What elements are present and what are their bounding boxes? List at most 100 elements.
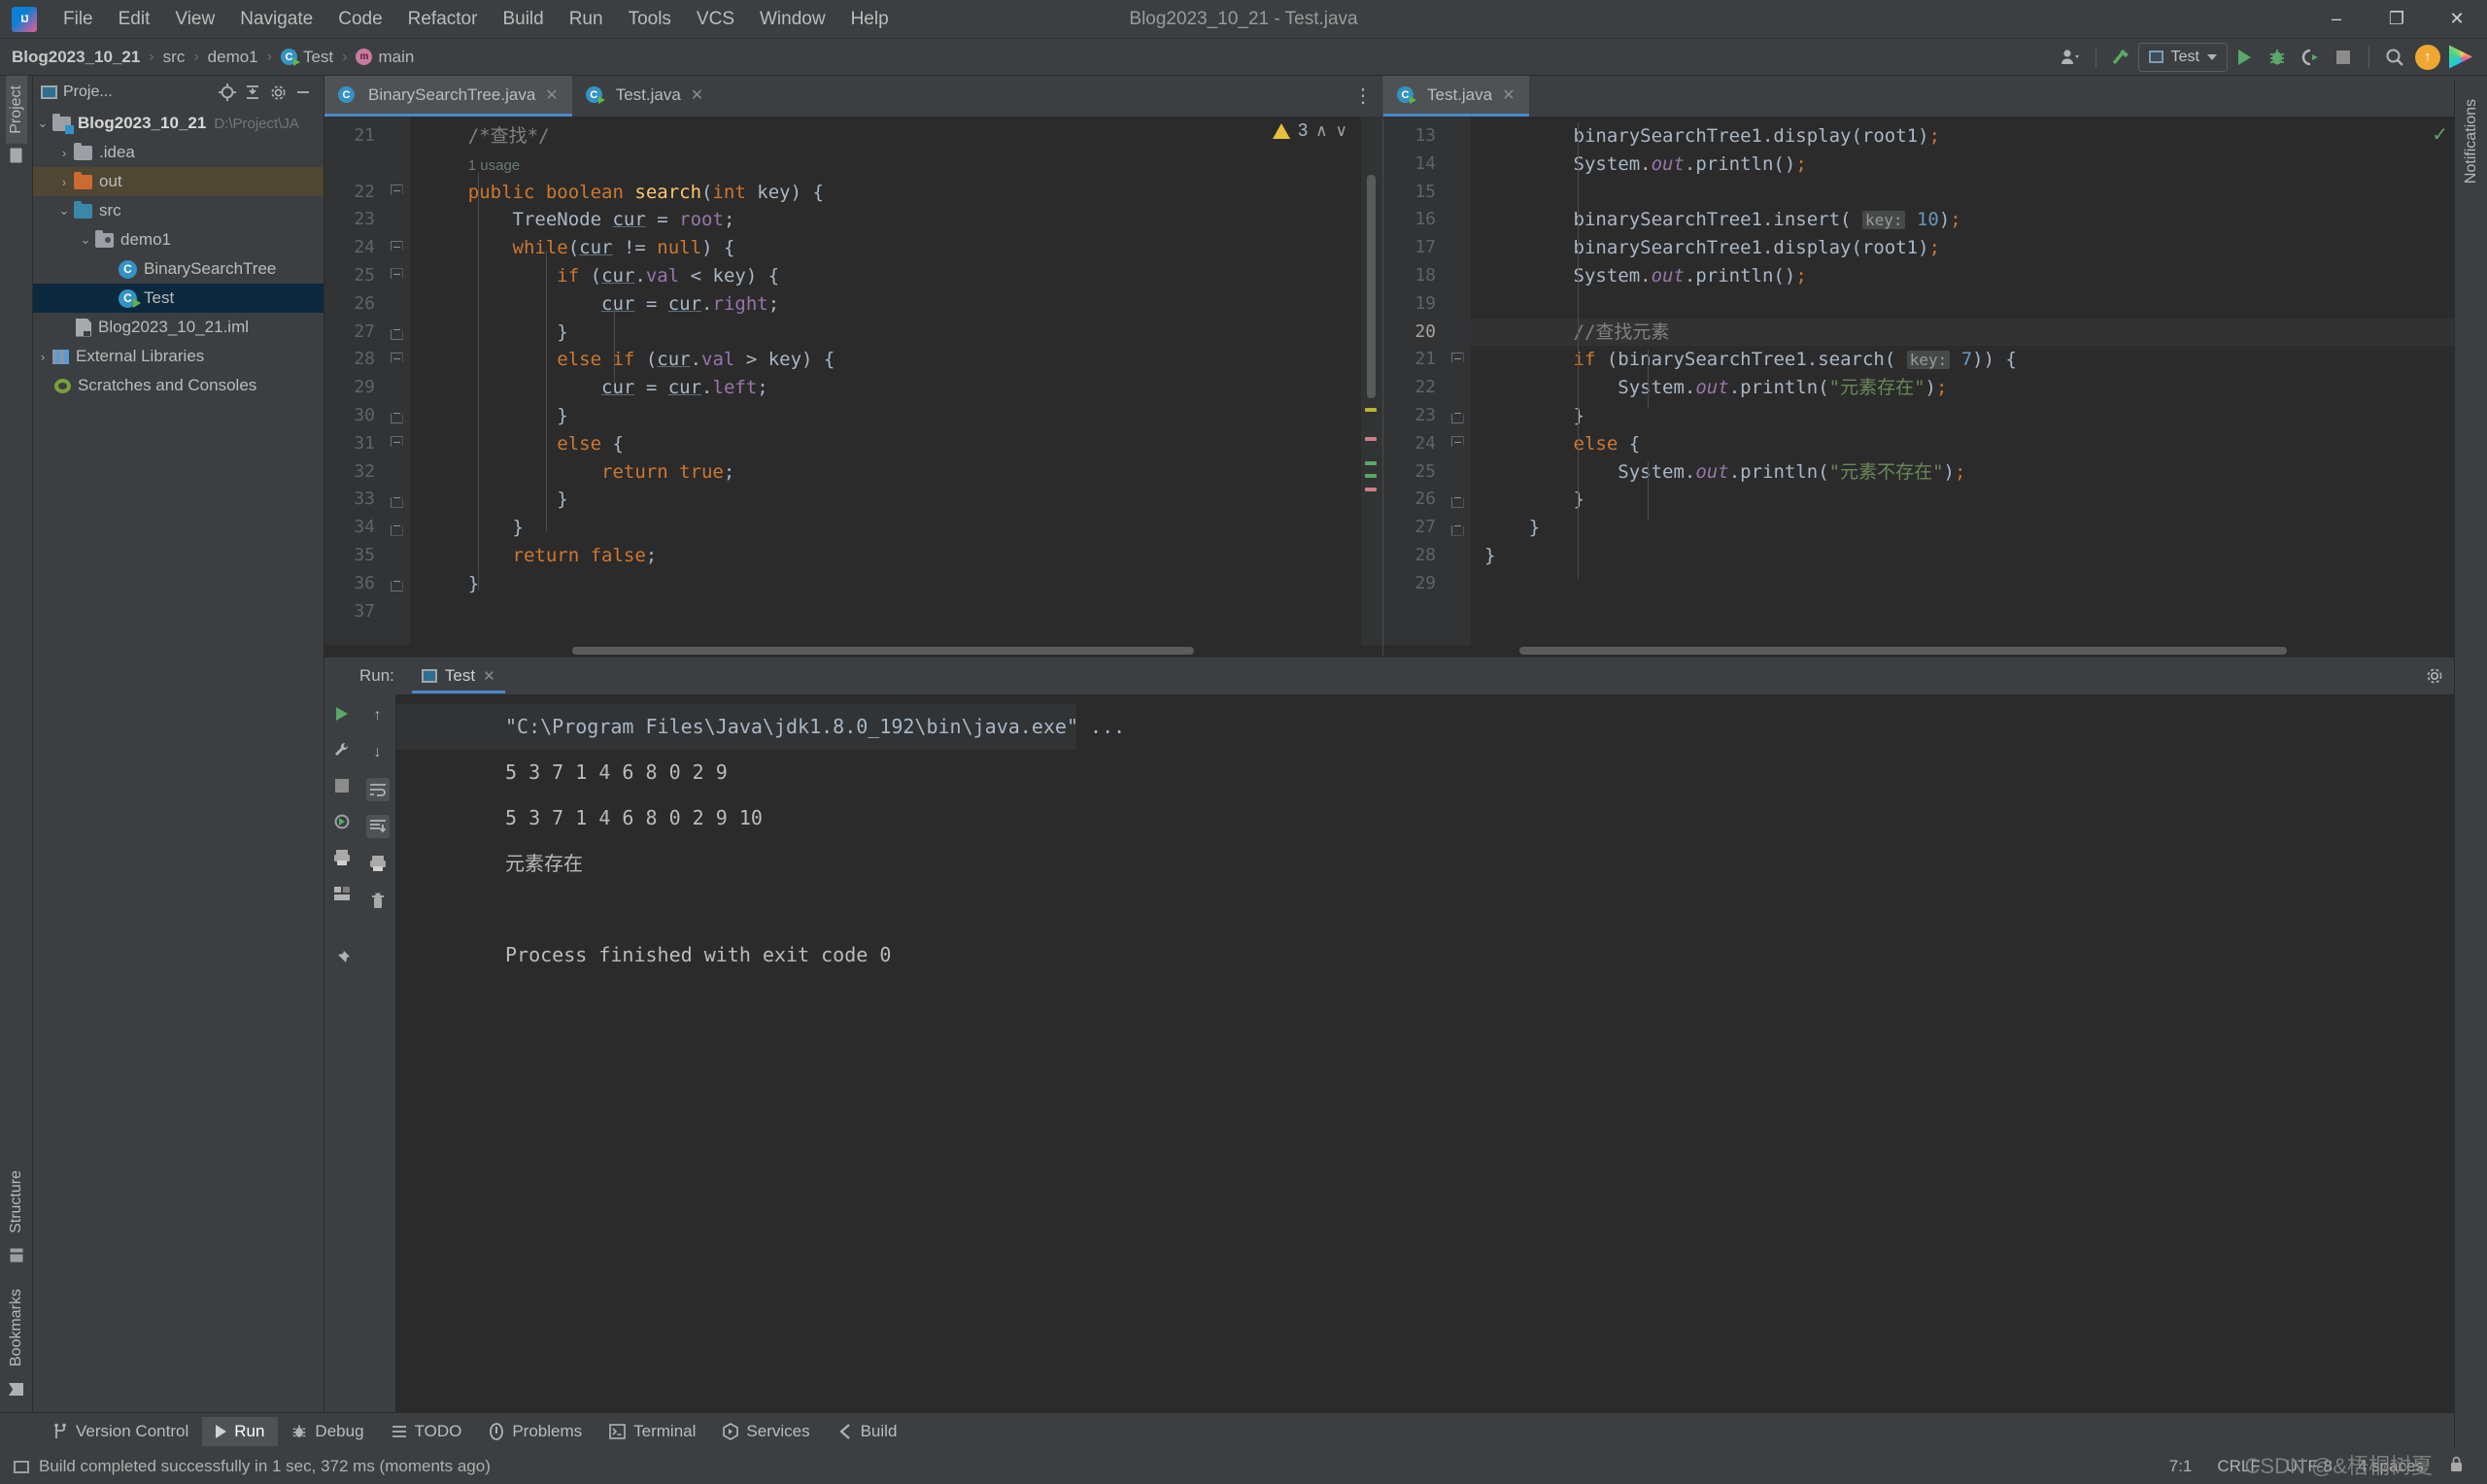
code-line[interactable]: else if (cur.val > key) { [410, 346, 1361, 374]
code-line[interactable]: /*查找*/ [410, 122, 1361, 151]
tree-node-out[interactable]: › out [33, 167, 324, 196]
code-line[interactable]: System.out.println("元素不存在"); [1471, 458, 2466, 487]
maximize-button[interactable]: ❐ [2367, 0, 2427, 39]
status-tab-build[interactable]: Build [824, 1417, 911, 1446]
hide-panel-icon[interactable] [290, 81, 316, 104]
fold-toggle[interactable] [383, 430, 410, 458]
tool-tab-project[interactable]: Project [5, 76, 27, 144]
search-everywhere-button[interactable] [2378, 43, 2411, 72]
code-line[interactable]: else { [410, 430, 1361, 458]
tree-node-iml[interactable]: Blog2023_10_21.iml [33, 313, 324, 342]
previous-problem-icon[interactable]: ∧ [1315, 121, 1327, 141]
fold-toggle[interactable] [1444, 402, 1471, 430]
run-tab-test[interactable]: Test ✕ [411, 659, 505, 693]
fold-toggle[interactable] [1444, 514, 1471, 542]
menu-tools[interactable]: Tools [616, 5, 684, 34]
update-button[interactable]: ↑ [2411, 43, 2444, 72]
menu-window[interactable]: Window [747, 5, 838, 34]
menu-build[interactable]: Build [490, 5, 556, 34]
status-tab-debug[interactable]: Debug [278, 1417, 377, 1446]
fold-toggle[interactable] [383, 486, 410, 514]
wrench-icon[interactable] [330, 738, 354, 761]
code-editor-right[interactable]: ✓ 13 14 15 16 17 18 19 20 21 22 23 24 25… [1383, 117, 2487, 645]
status-tab-services[interactable]: Services [709, 1417, 823, 1446]
scroll-to-end-icon[interactable] [365, 815, 390, 838]
code-line[interactable]: } [1471, 486, 2466, 514]
chevron-down-icon[interactable]: ⌄ [54, 203, 74, 219]
code-text-right[interactable]: binarySearchTree1.display(root1); System… [1471, 117, 2466, 645]
chevron-right-icon[interactable]: › [54, 146, 74, 160]
fold-toggle[interactable] [1444, 430, 1471, 458]
project-tree[interactable]: ⌄ Blog2023_10_21 D:\Project\JA › .idea ›… [33, 109, 324, 1412]
tree-node-demo1[interactable]: ⌄ demo1 [33, 225, 324, 254]
tree-node-project[interactable]: ⌄ Blog2023_10_21 D:\Project\JA [33, 109, 324, 138]
code-line[interactable] [1471, 290, 2466, 319]
code-text-left[interactable]: /*查找*/ 1 usage public boolean search(int… [410, 117, 1361, 645]
chevron-right-icon[interactable]: › [54, 175, 74, 189]
code-line[interactable]: cur = cur.right; [410, 290, 1361, 319]
up-arrow-icon[interactable]: ↑ [366, 704, 390, 727]
breadcrumb-project[interactable]: Blog2023_10_21 [12, 48, 140, 67]
close-icon[interactable]: ✕ [545, 85, 558, 105]
fold-toggle[interactable] [383, 234, 410, 262]
fold-toggle[interactable] [383, 262, 410, 290]
tree-node-src[interactable]: ⌄ src [33, 196, 324, 225]
console-output[interactable]: "C:\Program Files\Java\jdk1.8.0_192\bin\… [396, 694, 2487, 1412]
code-line[interactable]: if (binarySearchTree1.search( key: 7)) { [1471, 346, 2466, 374]
tree-node-scratches[interactable]: Scratches and Consoles [33, 371, 324, 400]
account-icon[interactable] [2054, 43, 2087, 72]
code-line[interactable]: return false; [410, 542, 1361, 570]
fold-toggle[interactable] [383, 514, 410, 542]
status-tab-problems[interactable]: Problems [475, 1417, 596, 1446]
chevron-right-icon[interactable]: › [33, 350, 52, 364]
close-icon[interactable]: ✕ [1502, 85, 1515, 105]
code-line[interactable]: System.out.println(); [1471, 262, 2466, 290]
menu-run[interactable]: Run [557, 5, 616, 34]
code-line[interactable]: while(cur != null) { [410, 234, 1361, 262]
file-encoding[interactable]: UTF-8 [2286, 1457, 2333, 1476]
code-line[interactable]: } [1471, 402, 2466, 430]
code-line[interactable]: } [410, 514, 1361, 542]
rerun-failed-tests-icon[interactable] [330, 810, 354, 833]
menu-help[interactable]: Help [838, 5, 902, 34]
editor-hscroll-left[interactable] [324, 645, 1382, 657]
code-editor-left[interactable]: 3 ∧ ∨ 21 22 23 24 25 26 27 28 29 30 31 3… [324, 117, 1382, 645]
editor-tab-test-right[interactable]: C Test.java ✕ [1383, 76, 1529, 117]
close-icon[interactable]: ✕ [691, 85, 703, 105]
code-line[interactable] [410, 598, 1361, 626]
collapse-all-icon[interactable] [240, 81, 265, 104]
rerun-icon[interactable] [330, 702, 354, 725]
status-tab-todo[interactable]: TODO [378, 1417, 476, 1446]
indent-size[interactable]: 4 spaces [2358, 1457, 2424, 1476]
tool-tab-structure[interactable]: Structure [6, 1161, 27, 1243]
fold-toggle[interactable] [383, 346, 410, 374]
editor-tab-binarysearchtree[interactable]: C BinarySearchTree.java ✕ [324, 76, 572, 117]
fold-toggle[interactable] [383, 570, 410, 598]
menu-view[interactable]: View [162, 5, 227, 34]
pin-icon[interactable] [330, 947, 354, 970]
tool-tab-notifications[interactable]: Notifications [2461, 89, 2482, 193]
run-button[interactable] [2228, 43, 2261, 72]
caret-position[interactable]: 7:1 [2169, 1457, 2193, 1476]
breadcrumb-src[interactable]: src [163, 48, 186, 67]
code-line[interactable]: } [1471, 514, 2466, 542]
next-problem-icon[interactable]: ∨ [1336, 121, 1347, 141]
menu-vcs[interactable]: VCS [684, 5, 747, 34]
gear-icon[interactable] [265, 81, 290, 104]
menu-file[interactable]: File [51, 5, 106, 34]
code-line[interactable]: System.out.println("元素存在"); [1471, 374, 2466, 402]
more-options-icon[interactable]: ⋮ [1353, 86, 1373, 106]
print-icon[interactable] [330, 846, 354, 869]
status-tab-version-control[interactable]: Version Control [39, 1417, 202, 1446]
run-configuration-selector[interactable]: Test [2137, 42, 2228, 72]
editor-hscroll-right[interactable] [1383, 645, 2487, 657]
code-line[interactable] [1471, 179, 2466, 207]
menu-code[interactable]: Code [325, 5, 394, 34]
inspection-widget-left[interactable]: 3 ∧ ∨ [1273, 120, 1347, 141]
tree-node-test[interactable]: C Test [33, 284, 324, 313]
gear-icon[interactable] [2423, 664, 2446, 688]
menu-refactor[interactable]: Refactor [395, 5, 491, 34]
code-line[interactable]: public boolean search(int key) { [410, 179, 1361, 207]
code-line[interactable]: System.out.println(); [1471, 151, 2466, 179]
build-hammer-icon[interactable] [2105, 43, 2138, 72]
